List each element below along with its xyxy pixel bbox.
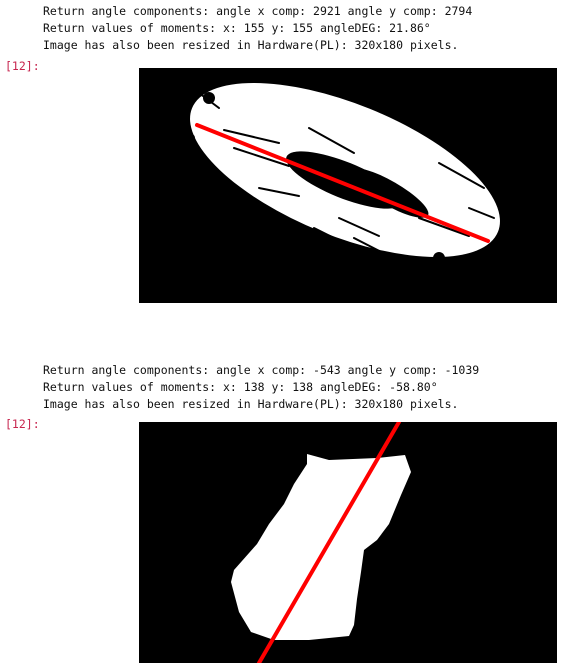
stdout-line: Return values of moments: x: 138 y: 138 … xyxy=(43,380,438,394)
output-image-blob xyxy=(139,422,557,663)
stdout-line: Image has also been resized in Hardware(… xyxy=(43,397,459,411)
output-prompt: [12]: xyxy=(5,417,40,431)
output-image-ring xyxy=(139,68,557,303)
stdout-line: Return angle components: angle x comp: -… xyxy=(43,363,480,377)
output-prompt: [12]: xyxy=(5,59,40,73)
stdout-line: Return angle components: angle x comp: 2… xyxy=(43,4,473,18)
stdout-line: Return values of moments: x: 155 y: 155 … xyxy=(43,21,431,35)
stdout-line: Image has also been resized in Hardware(… xyxy=(43,38,459,52)
stdout-text-1: Return angle components: angle x comp: 2… xyxy=(43,3,472,54)
stdout-text-2: Return angle components: angle x comp: -… xyxy=(43,362,479,413)
